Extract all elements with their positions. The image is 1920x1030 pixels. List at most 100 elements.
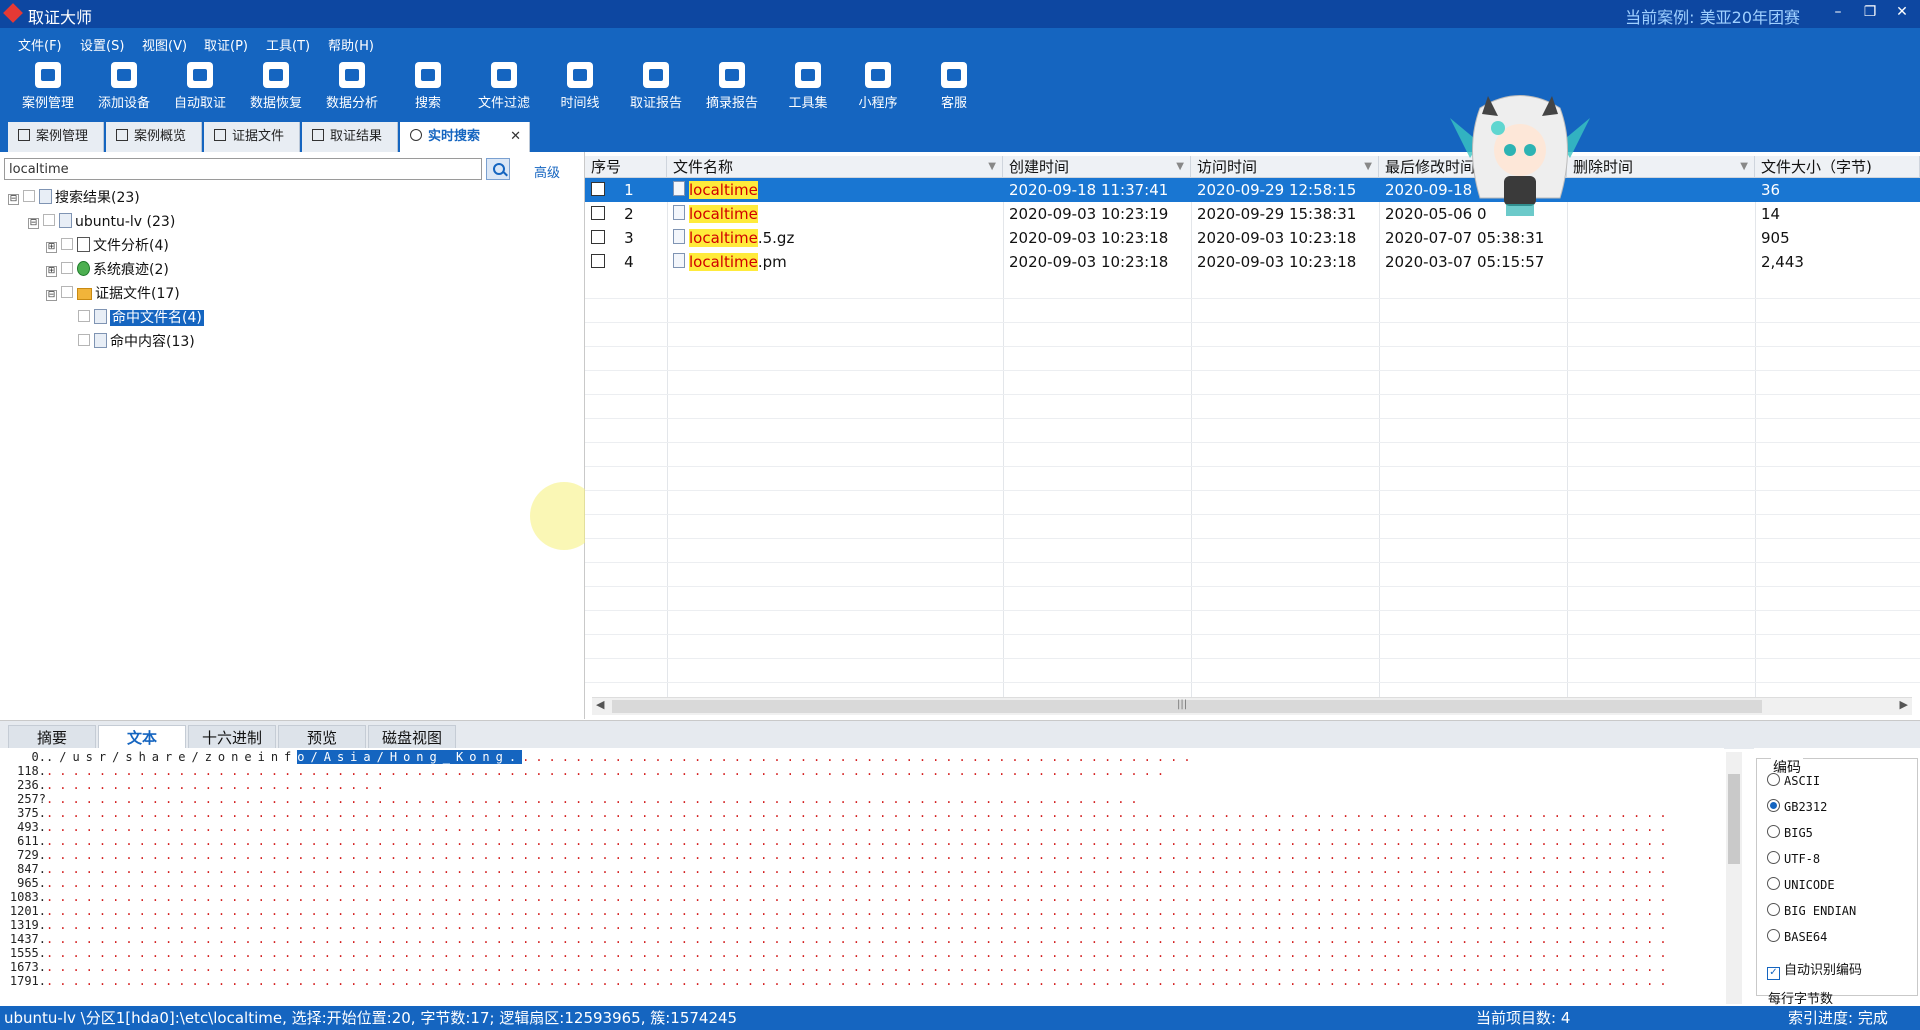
customer-service-button[interactable]: 客服 xyxy=(918,60,990,118)
close-window-button[interactable]: ✕ xyxy=(1888,4,1916,24)
data-analysis-button[interactable]: 数据分析 xyxy=(316,60,388,118)
horizontal-scrollbar[interactable]: ◀ ||| ▶ xyxy=(592,697,1912,715)
auto-detect-encoding-checkbox[interactable]: ✓ 自动识别编码 xyxy=(1767,959,1862,980)
expand-icon[interactable]: ⊞ xyxy=(46,266,57,277)
tab-evidence-files[interactable]: 证据文件 xyxy=(204,122,300,152)
vertical-scrollbar[interactable] xyxy=(1726,752,1742,1004)
row-checkbox[interactable] xyxy=(591,182,605,196)
tab-forensic-results[interactable]: 取证结果 xyxy=(302,122,398,152)
tree-node-evidence-files[interactable]: ⊟ 证据文件(17) xyxy=(46,284,180,304)
add-device-button[interactable]: 添加设备 xyxy=(88,60,160,118)
toolset-button[interactable]: 工具集 xyxy=(772,60,844,118)
column-header-accessed[interactable]: 访问时间 ▼ xyxy=(1191,156,1379,178)
tree-node-search-results[interactable]: ⊟ 搜索结果(23) xyxy=(8,188,140,208)
encoding-option-unicode[interactable]: UNICODE xyxy=(1767,877,1835,892)
column-header-no[interactable]: 序号 xyxy=(585,156,667,178)
encoding-option-big5[interactable]: BIG5 xyxy=(1767,825,1813,840)
table-row[interactable]: 4 localtime.pm 2020-09-03 10:23:18 2020-… xyxy=(585,250,1920,274)
column-header-created[interactable]: 创建时间 ▼ xyxy=(1003,156,1191,178)
excerpt-report-button[interactable]: 摘录报告 xyxy=(696,60,768,118)
radio-icon[interactable] xyxy=(1767,851,1780,864)
text-view[interactable]: 0../usr/share/zoneinfo/Asia/Hong_Kong...… xyxy=(0,748,1724,1004)
encoding-option-utf8[interactable]: UTF-8 xyxy=(1767,851,1820,866)
tree-checkbox[interactable] xyxy=(78,310,90,322)
advanced-search-link[interactable]: 高级 xyxy=(534,162,560,181)
tree-checkbox[interactable] xyxy=(61,286,73,298)
menu-help[interactable]: 帮助(H) xyxy=(328,35,374,54)
filter-icon[interactable]: ▼ xyxy=(1740,156,1748,178)
filter-icon[interactable]: ▼ xyxy=(1364,156,1372,178)
timeline-button[interactable]: 时间线 xyxy=(544,60,616,118)
tree-checkbox[interactable] xyxy=(61,238,73,250)
tab-summary[interactable]: 摘要 xyxy=(8,725,96,749)
mini-program-button[interactable]: 小程序 xyxy=(842,60,914,118)
encoding-option-ascii[interactable]: ASCII xyxy=(1767,773,1820,788)
text-line: 493.....................................… xyxy=(0,820,1673,834)
tab-text[interactable]: 文本 xyxy=(98,725,186,749)
line-dots: ........................................… xyxy=(46,834,1673,848)
tab-preview[interactable]: 预览 xyxy=(278,725,366,749)
radio-icon[interactable] xyxy=(1767,903,1780,916)
scroll-left-icon[interactable]: ◀ xyxy=(596,698,604,711)
tab-realtime-search[interactable]: 实时搜索 ✕ xyxy=(400,122,530,152)
forensic-report-button[interactable]: 取证报告 xyxy=(620,60,692,118)
auto-forensics-button[interactable]: 自动取证 xyxy=(164,60,236,118)
data-recovery-button[interactable]: 数据恢复 xyxy=(240,60,312,118)
expand-icon[interactable]: ⊞ xyxy=(46,242,57,253)
tree-checkbox[interactable] xyxy=(61,262,73,274)
line-offset: 1319. xyxy=(9,918,46,932)
filter-icon[interactable]: ▼ xyxy=(988,156,996,178)
tab-case-management[interactable]: 案例管理 xyxy=(8,122,104,152)
tab-hex[interactable]: 十六进制 xyxy=(188,725,276,749)
tree-node-ubuntu-lv[interactable]: ⊟ ubuntu-lv (23) xyxy=(28,212,175,232)
row-checkbox[interactable] xyxy=(591,206,605,220)
tree-node-system-traces[interactable]: ⊞ 系统痕迹(2) xyxy=(46,260,169,280)
minimize-button[interactable]: – xyxy=(1824,4,1852,24)
encoding-option-big-endian[interactable]: BIG ENDIAN xyxy=(1767,903,1856,918)
maximize-button[interactable]: ❐ xyxy=(1856,4,1884,24)
tree-checkbox[interactable] xyxy=(23,190,35,202)
tree-node-file-analysis[interactable]: ⊞ 文件分析(4) xyxy=(46,236,169,256)
file-filter-button[interactable]: 文件过滤 xyxy=(468,60,540,118)
collapse-icon[interactable]: ⊟ xyxy=(28,218,39,229)
text-line: 257?....................................… xyxy=(0,792,1144,806)
radio-icon[interactable] xyxy=(1767,825,1780,838)
table-row[interactable]: 1 localtime 2020-09-18 11:37:41 2020-09-… xyxy=(585,178,1920,202)
table-row[interactable]: 2 localtime 2020-09-03 10:23:19 2020-09-… xyxy=(585,202,1920,226)
radio-selected-icon[interactable] xyxy=(1767,799,1780,812)
menu-file[interactable]: 文件(F) xyxy=(18,35,62,54)
grid-row-line xyxy=(585,370,1920,371)
tree-checkbox[interactable] xyxy=(43,214,55,226)
radio-icon[interactable] xyxy=(1767,773,1780,786)
menu-settings[interactable]: 设置(S) xyxy=(80,35,124,54)
radio-icon[interactable] xyxy=(1767,877,1780,890)
encoding-option-gb2312[interactable]: GB2312 xyxy=(1767,799,1827,814)
tab-disk-view[interactable]: 磁盘视图 xyxy=(368,725,456,749)
menu-tools[interactable]: 工具(T) xyxy=(266,35,310,54)
scroll-thumb[interactable] xyxy=(1728,774,1740,864)
radio-icon[interactable] xyxy=(1767,929,1780,942)
tree-node-content-hits[interactable]: 命中内容(13) xyxy=(78,332,195,352)
column-header-filename[interactable]: 文件名称 ▼ xyxy=(667,156,1003,178)
search-input[interactable] xyxy=(4,158,482,180)
menu-forensics[interactable]: 取证(P) xyxy=(204,35,248,54)
collapse-icon[interactable]: ⊟ xyxy=(8,194,19,205)
search-submit-button[interactable] xyxy=(486,158,510,180)
tree-checkbox[interactable] xyxy=(78,334,90,346)
case-management-button[interactable]: 案例管理 xyxy=(12,60,84,118)
row-checkbox[interactable] xyxy=(591,230,605,244)
row-checkbox[interactable] xyxy=(591,254,605,268)
menu-view[interactable]: 视图(V) xyxy=(142,35,187,54)
tab-case-overview[interactable]: 案例概览 xyxy=(106,122,202,152)
search-button[interactable]: 搜索 xyxy=(392,60,464,118)
collapse-icon[interactable]: ⊟ xyxy=(46,290,57,301)
scroll-thumb[interactable]: ||| xyxy=(612,699,1762,713)
close-tab-icon[interactable]: ✕ xyxy=(510,122,521,152)
tree-node-filename-hits[interactable]: 命中文件名(4) xyxy=(78,308,204,328)
table-row[interactable]: 3 localtime.5.gz 2020-09-03 10:23:18 202… xyxy=(585,226,1920,250)
filter-icon[interactable]: ▼ xyxy=(1176,156,1184,178)
checkbox-checked-icon[interactable]: ✓ xyxy=(1767,967,1780,980)
encoding-option-base64[interactable]: BASE64 xyxy=(1767,929,1827,944)
column-header-size[interactable]: 文件大小（字节) xyxy=(1755,156,1920,178)
scroll-right-icon[interactable]: ▶ xyxy=(1900,698,1908,711)
